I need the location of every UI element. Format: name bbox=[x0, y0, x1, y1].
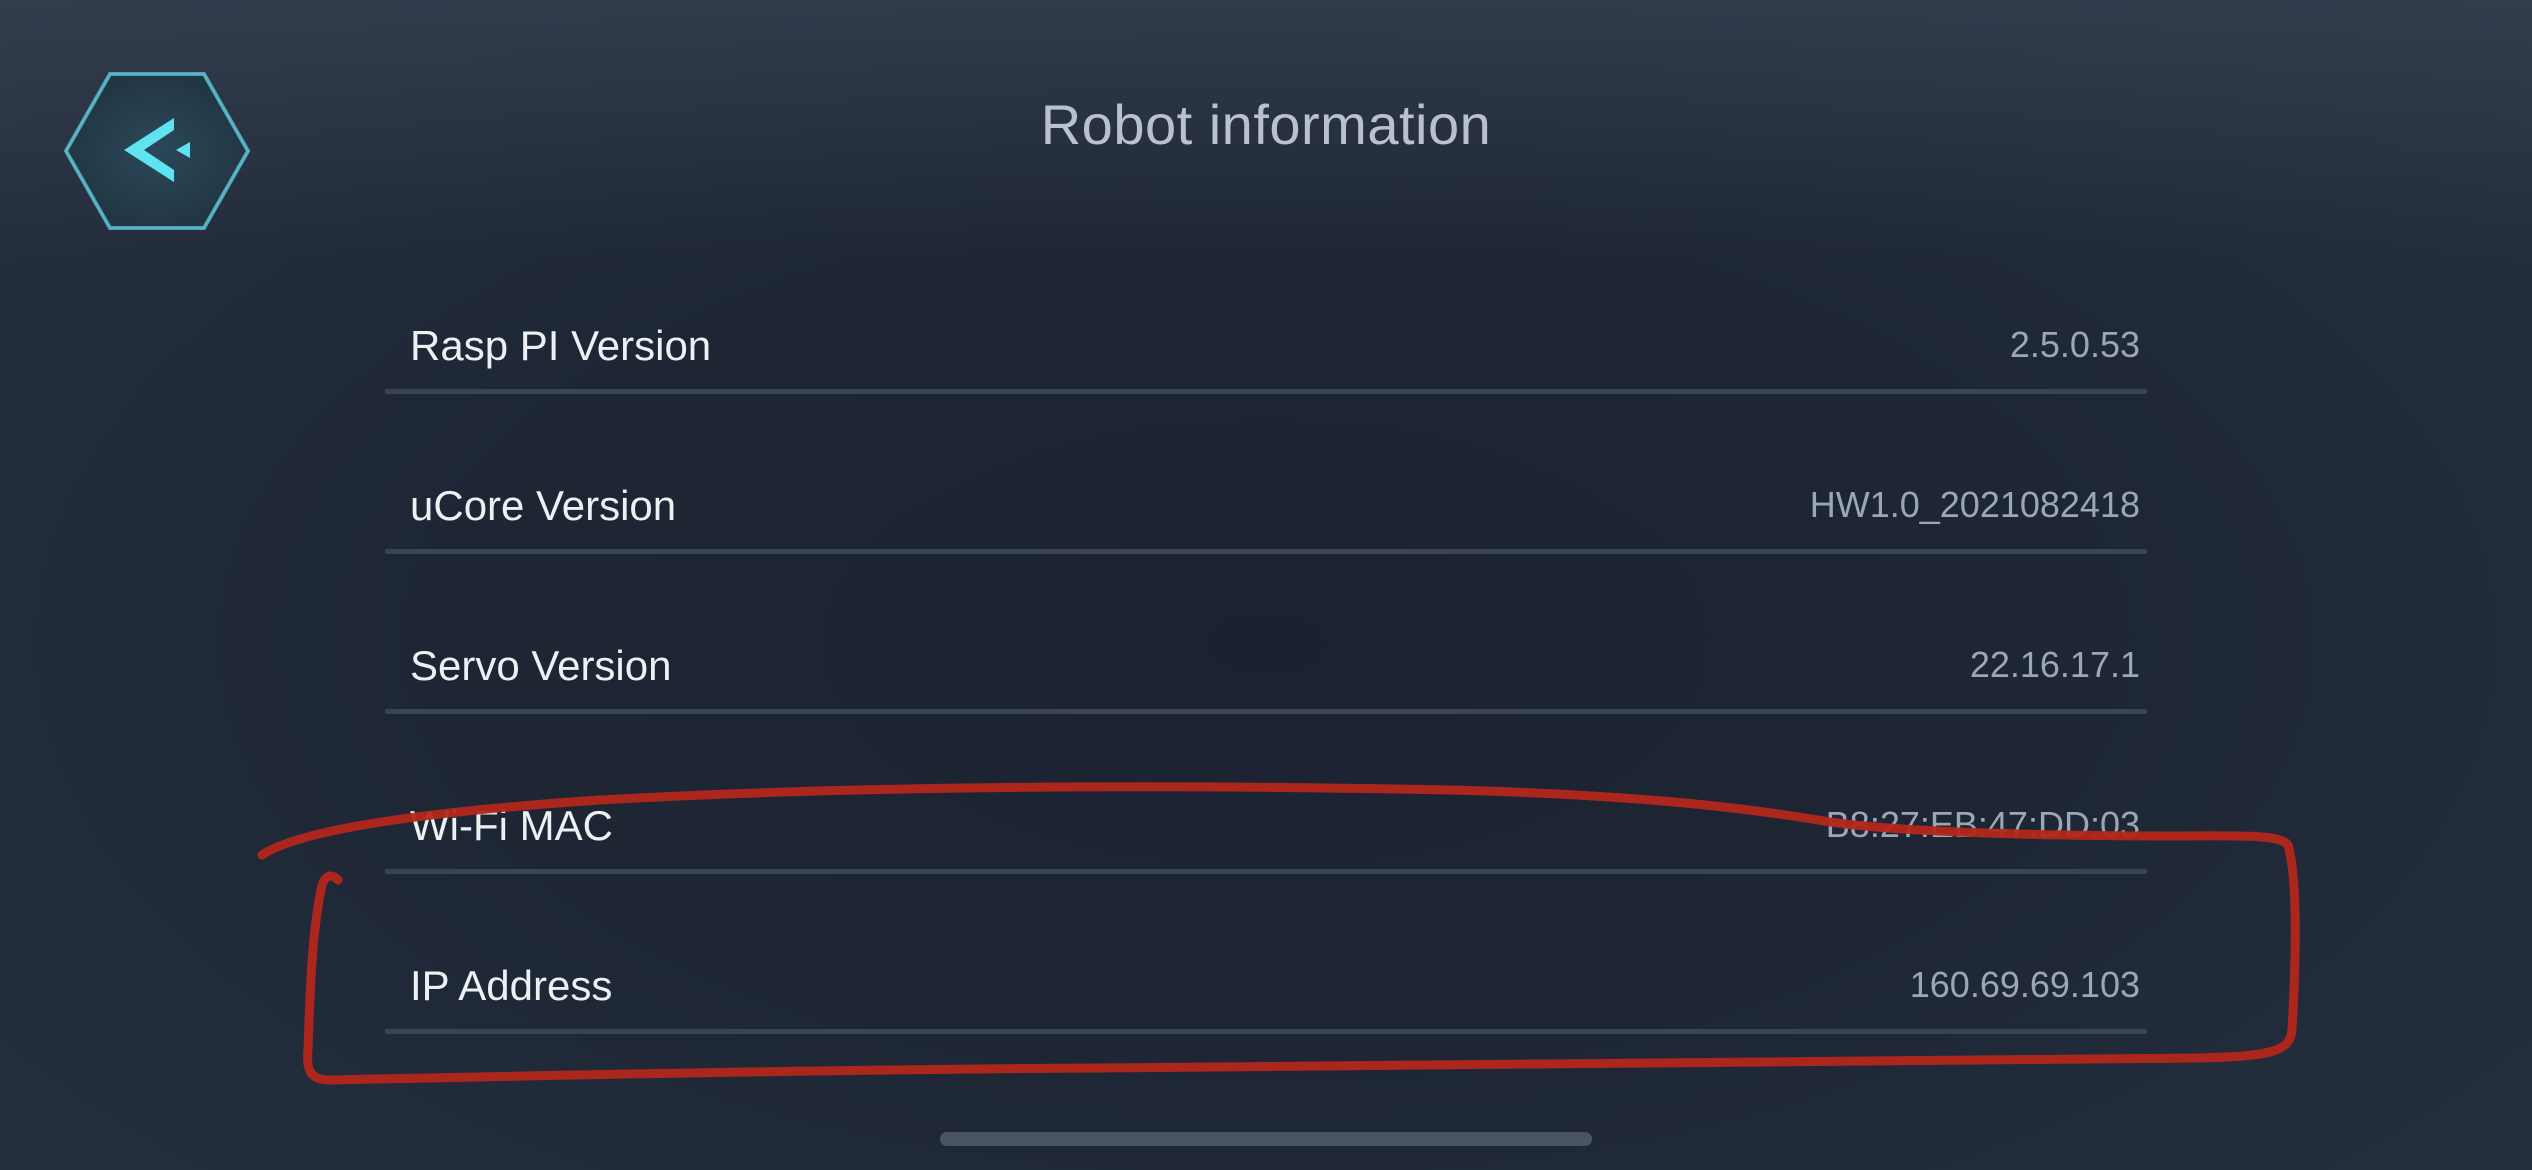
info-list: Rasp PI Version 2.5.0.53 uCore Version H… bbox=[385, 280, 2147, 1080]
info-value: HW1.0_2021082418 bbox=[1809, 484, 2140, 525]
divider bbox=[385, 389, 2147, 394]
divider bbox=[385, 549, 2147, 554]
info-value: 160.69.69.103 bbox=[1909, 964, 2140, 1005]
info-label: Servo Version bbox=[410, 642, 672, 689]
divider bbox=[385, 1029, 2147, 1034]
info-value: 22.16.17.1 bbox=[1969, 644, 2140, 685]
info-label: IP Address bbox=[410, 962, 613, 1009]
info-row-wifi-mac: Wi-Fi MAC B8:27:EB:47:DD:03 bbox=[385, 760, 2147, 920]
page-title: Robot information bbox=[1040, 93, 1492, 156]
info-row-servo-version: Servo Version 22.16.17.1 bbox=[385, 600, 2147, 760]
info-label: uCore Version bbox=[410, 482, 677, 529]
info-row-rasp-pi-version: Rasp PI Version 2.5.0.53 bbox=[385, 280, 2147, 440]
robot-info-screen: Robot information Rasp PI Version 2.5.0.… bbox=[0, 0, 2532, 1170]
divider bbox=[385, 709, 2147, 714]
info-row-ucore-version: uCore Version HW1.0_2021082418 bbox=[385, 440, 2147, 600]
info-label: Rasp PI Version bbox=[410, 322, 712, 369]
info-row-ip-address: IP Address 160.69.69.103 bbox=[385, 920, 2147, 1080]
home-indicator[interactable] bbox=[940, 1132, 1592, 1146]
divider bbox=[385, 869, 2147, 874]
info-value: 2.5.0.53 bbox=[2009, 324, 2140, 365]
info-label: Wi-Fi MAC bbox=[410, 802, 613, 849]
info-value: B8:27:EB:47:DD:03 bbox=[1825, 804, 2140, 845]
